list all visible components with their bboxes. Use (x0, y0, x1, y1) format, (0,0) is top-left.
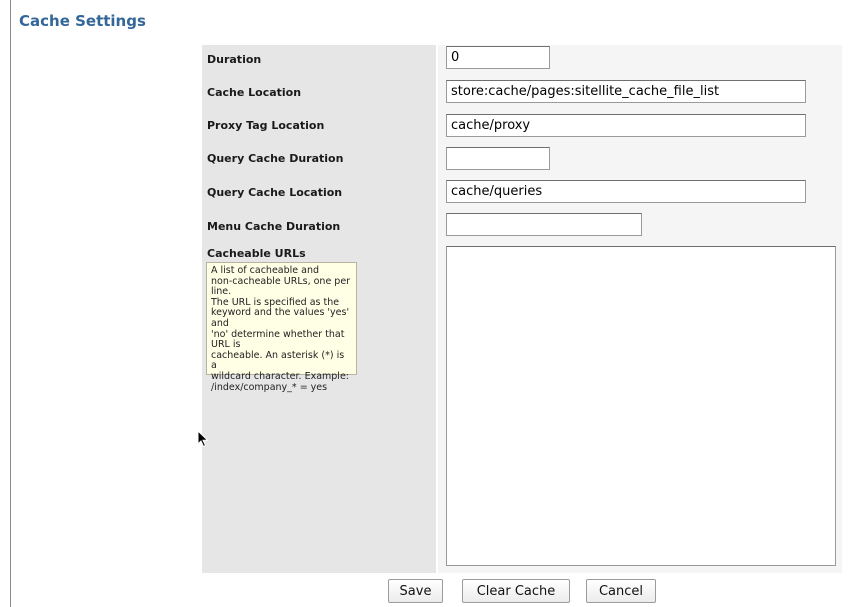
help-line: wildcard character. Example: (211, 370, 349, 382)
help-line: non-cacheable URLs, one per line. (211, 275, 351, 298)
menu-cache-duration-field[interactable] (446, 213, 642, 236)
cacheable-urls-textarea[interactable] (446, 246, 836, 566)
duration-label: Duration (207, 53, 262, 66)
menu-cache-duration-label: Menu Cache Duration (207, 220, 341, 233)
help-line: keyword and the values 'yes' and (211, 307, 350, 329)
cancel-button[interactable]: Cancel (586, 579, 656, 603)
query-cache-location-label: Query Cache Location (207, 186, 343, 199)
cacheable-urls-label: Cacheable URLs (207, 247, 306, 260)
proxy-tag-location-label: Proxy Tag Location (207, 119, 325, 132)
save-button[interactable]: Save (388, 579, 443, 603)
proxy-tag-location-field[interactable] (446, 114, 806, 137)
cacheable-urls-help: A list of cacheable and non-cacheable UR… (206, 262, 357, 392)
query-cache-duration-field[interactable] (446, 147, 550, 170)
help-line: A list of cacheable and (211, 265, 320, 276)
clear-cache-button[interactable]: Clear Cache (462, 579, 570, 603)
cache-location-field[interactable] (446, 80, 806, 103)
help-line: /index/company_* = yes (211, 381, 328, 393)
query-cache-location-field[interactable] (446, 180, 806, 203)
arrow-cursor-icon (197, 430, 209, 448)
cache-location-label: Cache Location (207, 86, 302, 99)
help-line: cacheable. An asterisk (*) is a (211, 349, 345, 372)
duration-field[interactable] (446, 46, 550, 69)
page-title: Cache Settings (19, 12, 146, 30)
query-cache-duration-label: Query Cache Duration (207, 152, 344, 165)
help-line: 'no' determine whether that URL is (211, 328, 345, 351)
